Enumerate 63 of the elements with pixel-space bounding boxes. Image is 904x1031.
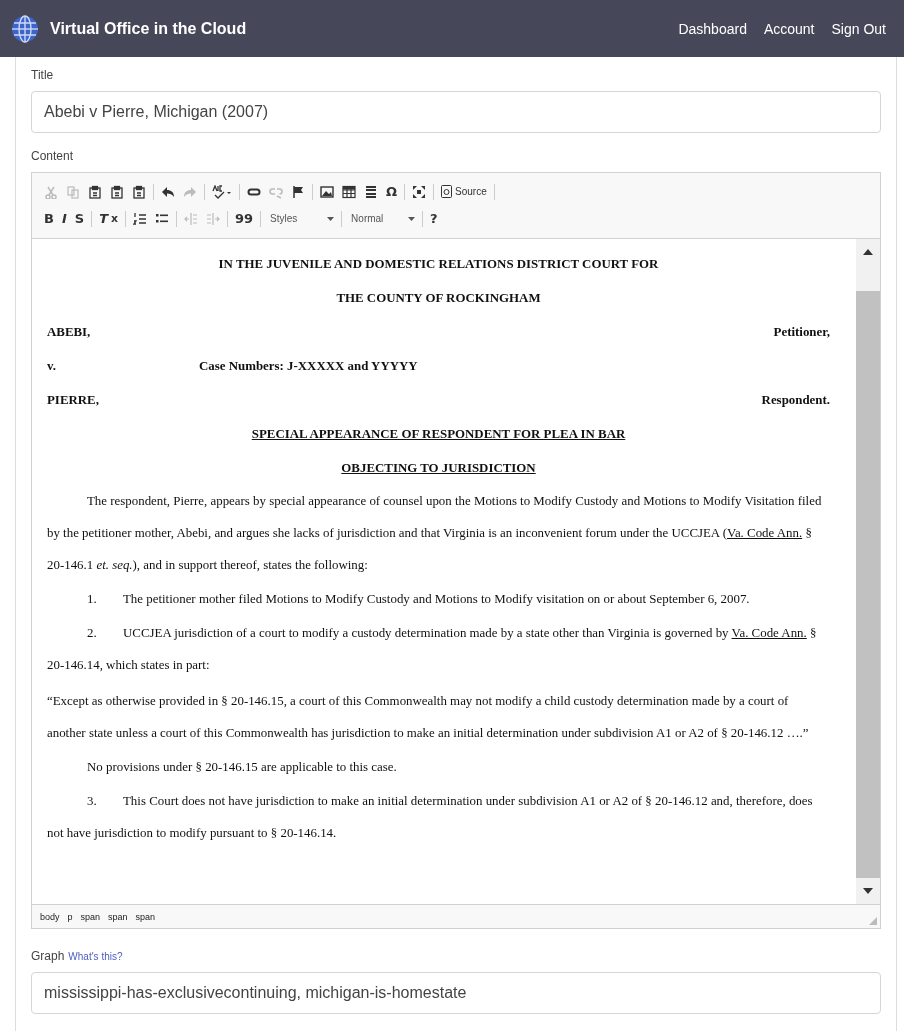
- copy-icon: [66, 184, 80, 199]
- help-link[interactable]: What's this?: [68, 951, 123, 962]
- scroll-down-icon: [863, 888, 873, 894]
- style-dropdown[interactable]: Styles: [264, 213, 339, 224]
- quoted-paragraph: “Except as otherwise provided in § 20-146.15, a court of this Commonwealth may not modify a child custody determination made by a court of another state unless a court of this Commonwealth has jurisdiction to make an initial determination under subdivision A1 or A2 of § 20-146.12 ….”: [47, 693, 810, 742]
- bullet-list-icon: [155, 211, 169, 226]
- horizontal-lines-icon: [364, 184, 378, 199]
- outdent-icon: [184, 211, 198, 226]
- element-path-item[interactable]: body: [40, 911, 60, 922]
- toolbar-button[interactable]: ?: [426, 207, 442, 230]
- document-heading: OBJECTING TO JURISDICTION: [340, 460, 537, 477]
- document-icon: [441, 185, 453, 198]
- party-name: PIERRE,: [47, 392, 99, 409]
- element-path-item[interactable]: span: [135, 911, 156, 922]
- toolbar-button[interactable]: Ω: [382, 180, 402, 203]
- toolbar-button[interactable]: Source: [437, 180, 491, 203]
- paragraph: The respondent, Pierre, appears by special appearance of counsel upon the Motions to Modify Custody and Motions to Modify Visitation filed by the petitioner mother, Abebi, and argues she lacks of jurisdiction and that Virginia is an inconvenient forum under the UCCJEA (Va. Code Ann. § 20-146.1 et. seq.), and in support thereof, states the following:: [47, 493, 823, 574]
- caret-icon: [408, 216, 416, 221]
- redo-icon: [183, 184, 197, 199]
- toolbar-button[interactable]: B: [40, 207, 58, 230]
- document-title: IN THE JUVENILE AND DOMESTIC RELATIONS DISTRICT COURT FOR: [217, 256, 660, 273]
- image-icon: [320, 184, 334, 199]
- clipboard-icon: [110, 184, 124, 199]
- caret-icon: [327, 216, 335, 221]
- numbered-paragraph: 3. This Court does not have jurisdiction to make an initial determination under subdivision A1 or A2 of § 20-146.12 and, therefore, does not have jurisdiction to modify pursuant to § 20-146.14.: [47, 793, 814, 842]
- versus-label: v.: [47, 358, 57, 375]
- party-role: Petitioner,: [773, 324, 830, 341]
- party-role: Respondent.: [761, 392, 830, 409]
- clipboard-icon: [88, 184, 102, 199]
- maximize-icon: [412, 184, 427, 199]
- toolbar-button[interactable]: 99: [231, 207, 258, 230]
- element-path-item[interactable]: span: [108, 911, 128, 922]
- resize-grip-icon: [869, 917, 877, 925]
- numbered-paragraph: 1. The petitioner mother filed Motions to Modify Custody and Motions to Modify visitation on or about September 6, 2007.: [86, 591, 751, 608]
- graph-field[interactable]: mississippi-has-exclusivecontinuing, michigan-is-homestate: [31, 972, 881, 1014]
- style-dropdown[interactable]: Normal: [345, 213, 420, 224]
- paragraph: No provisions under § 20-146.15 are applicable to this case.: [86, 759, 398, 776]
- indent-icon: [206, 211, 220, 226]
- document-title: THE COUNTY OF ROCKINGHAM: [335, 290, 542, 307]
- title-field[interactable]: Abebi v Pierre, Michigan (2007): [31, 91, 881, 133]
- party-name: ABEBI,: [47, 324, 91, 341]
- scroll-up-icon: [863, 249, 873, 255]
- nav-link[interactable]: Account: [763, 20, 815, 37]
- nav-link[interactable]: Dashboard: [678, 20, 747, 37]
- table-icon: [342, 184, 356, 199]
- flag-icon: [291, 184, 305, 199]
- numbered-list-icon: [133, 211, 147, 226]
- numbered-paragraph: 2. UCCJEA jurisdiction of a court to modify a custody determination made by a state other than Virginia is governed by Va. Code Ann. § 20-146.14, which states in part:: [47, 625, 818, 674]
- nav-link[interactable]: Sign Out: [831, 20, 886, 37]
- toolbar-button[interactable]: I: [57, 207, 71, 230]
- clipboard-icon: [132, 184, 146, 199]
- field-label: Content: [31, 149, 75, 163]
- toolbar-button[interactable]: S: [70, 207, 89, 230]
- brand-name[interactable]: Virtual Office in the Cloud: [50, 19, 247, 38]
- globe-icon: [10, 13, 40, 44]
- field-label: Graph: [31, 949, 65, 963]
- document-heading: SPECIAL APPEARANCE OF RESPONDENT FOR PLEA IN BAR: [250, 426, 627, 443]
- element-path-item[interactable]: p: [67, 911, 73, 922]
- element-path-item[interactable]: span: [80, 911, 101, 922]
- spellcheck-icon: [212, 184, 232, 199]
- field-label: Title: [31, 68, 55, 82]
- case-numbers: Case Numbers: J-XXXXX and YYYYY: [199, 358, 418, 375]
- cut-icon: [44, 184, 58, 199]
